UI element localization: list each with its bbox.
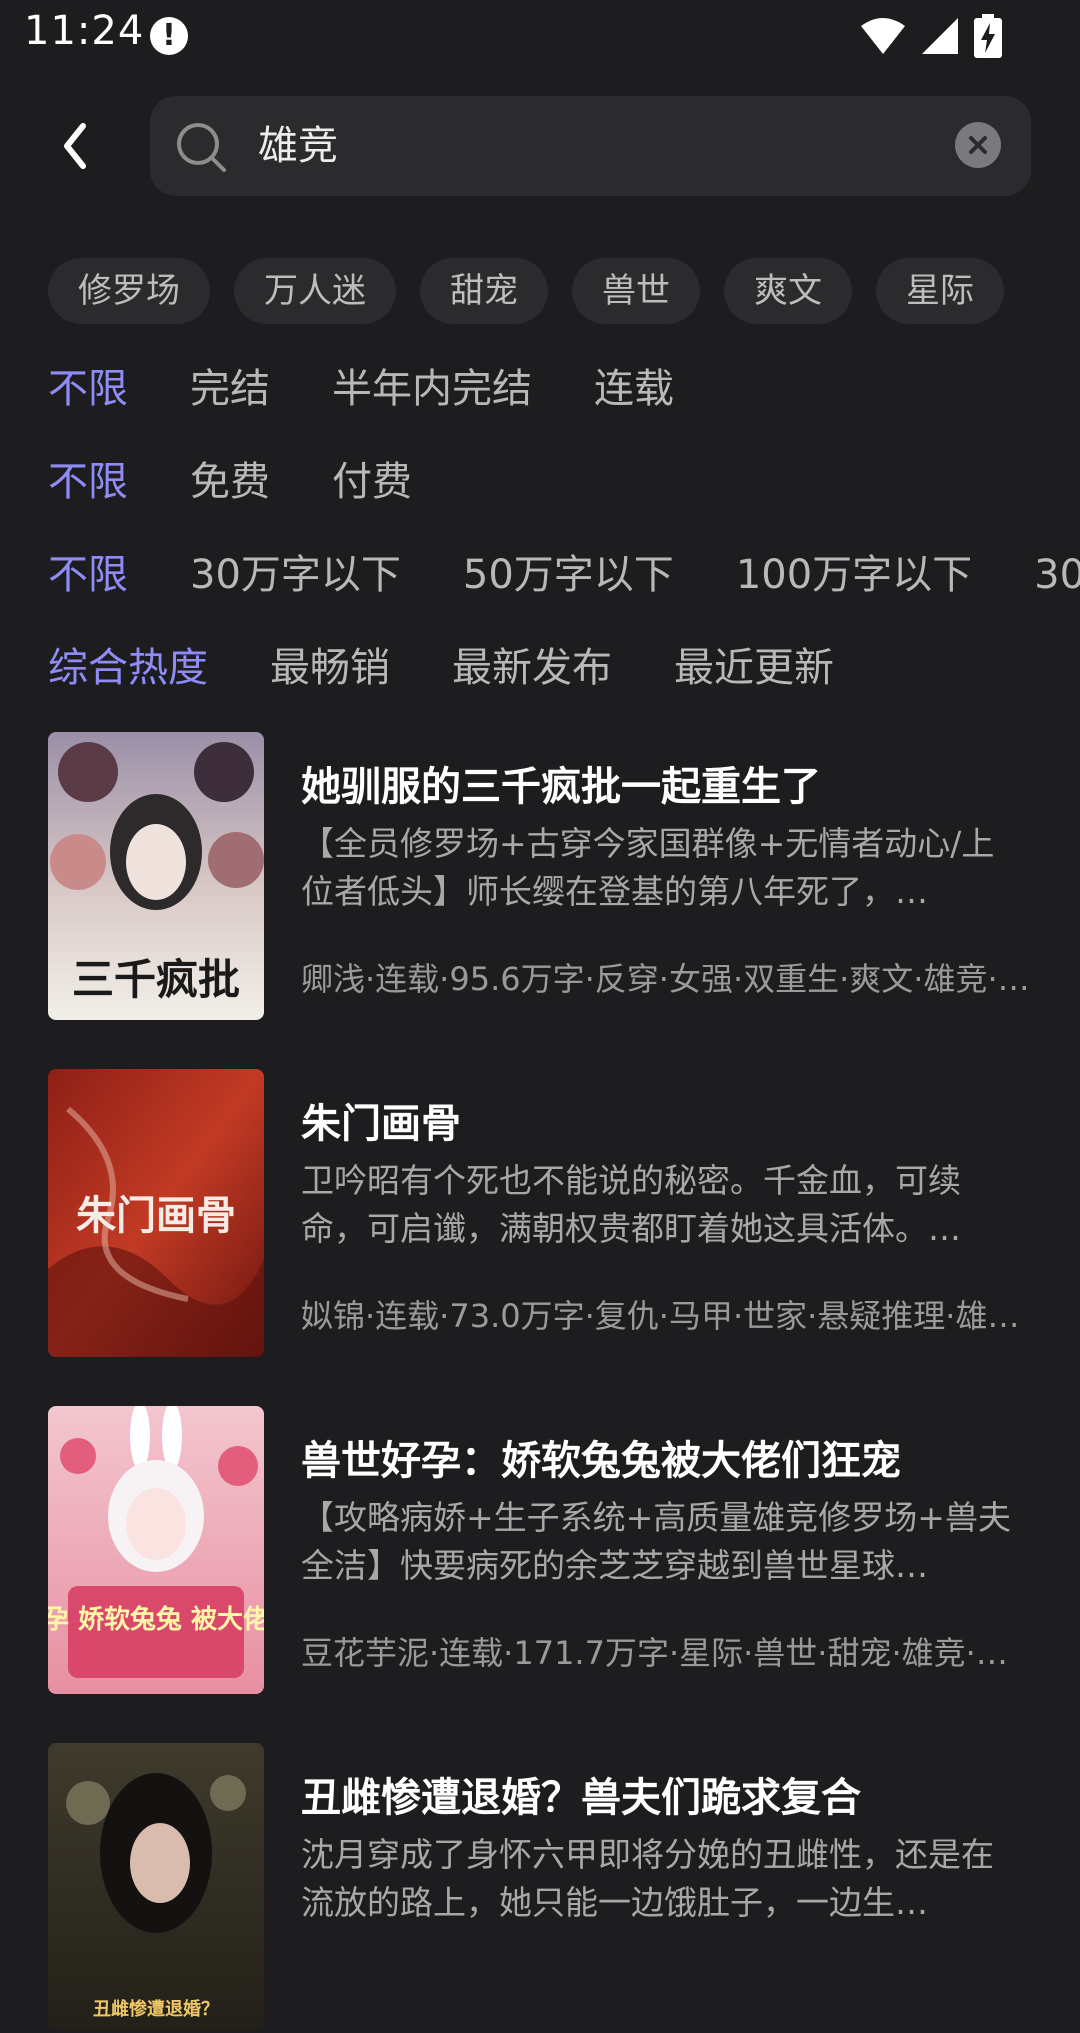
tag-chip[interactable]: 爽文	[724, 258, 852, 324]
search-icon	[177, 123, 226, 172]
book-cover-art: 丑雌惨遭退婚？	[48, 1743, 264, 2031]
book-description: 卫吟昭有个死也不能说的秘密。千金血，可续命，可启谶，满朝权贵都盯着她这具活体。…	[301, 1161, 961, 1248]
book-cover-art: 朱门画骨	[48, 1069, 264, 1357]
filter-option[interactable]: 30	[1034, 545, 1080, 605]
tag-chip[interactable]: 修罗场	[48, 258, 210, 324]
tag-chips: 修罗场 万人迷 甜宠 兽世 爽文 星际	[48, 258, 1048, 324]
tag-chip[interactable]: 万人迷	[234, 258, 396, 324]
filter-row-sort: 综合热度 最畅销 最新发布 最近更新	[48, 638, 1080, 698]
sort-option[interactable]: 综合热度	[48, 638, 208, 698]
wifi-icon	[861, 18, 905, 54]
search-input[interactable]: 雄竞	[150, 96, 1031, 196]
back-button[interactable]	[50, 118, 100, 174]
list-item[interactable]: 朱门画骨 朱门画骨 卫吟昭有个死也不能说的秘密。千金血，可续命，可启谶，满朝权贵…	[0, 1069, 1080, 1359]
filter-row-words: 不限 30万字以下 50万字以下 100万字以下 30	[48, 545, 1080, 605]
book-cover[interactable]: 三千疯批	[48, 732, 264, 1020]
cover-title: 丑雌惨遭退婚？	[93, 1998, 219, 2020]
book-cover[interactable]: 朱门画骨	[48, 1069, 264, 1357]
book-meta: 姒锦·连载·73.0万字·复仇·马甲·世家·悬疑推理·雄…	[301, 1297, 1020, 1335]
filter-row-status: 不限 完结 半年内完结 连载	[48, 359, 1080, 419]
tag-chip[interactable]: 兽世	[572, 258, 700, 324]
list-item[interactable]: 兽世好孕 娇软兔兔 被大佬们狂宠 兽世好孕：娇软兔兔被大佬们狂宠 【攻略病娇+生…	[0, 1406, 1080, 1696]
clear-icon	[969, 136, 987, 154]
tag-chip[interactable]: 甜宠	[420, 258, 548, 324]
filter-option[interactable]: 不限	[48, 545, 128, 605]
filter-option[interactable]: 不限	[48, 359, 128, 419]
cover-title: 三千疯批	[72, 955, 240, 1004]
sort-option[interactable]: 最近更新	[674, 638, 834, 698]
tag-chip[interactable]: 星际	[876, 258, 1004, 324]
clear-button[interactable]	[955, 122, 1001, 168]
battery-charging-icon	[974, 14, 1002, 58]
book-title: 朱门画骨	[301, 1101, 461, 1147]
book-meta: 豆花芋泥·连载·171.7万字·星际·兽世·甜宠·雄竞·…	[301, 1634, 1008, 1672]
filter-row-price: 不限 免费 付费	[48, 452, 1080, 512]
sort-option[interactable]: 最新发布	[452, 638, 612, 698]
list-item[interactable]: 三千疯批 她驯服的三千疯批一起重生了 【全员修罗场+古穿今家国群像+无情者动心/…	[0, 732, 1080, 1022]
book-meta: 卿浅·连载·95.6万字·反穿·女强·双重生·爽文·雄竞·…	[301, 960, 1030, 998]
filter-option[interactable]: 不限	[48, 452, 128, 512]
filter-option[interactable]: 半年内完结	[332, 359, 532, 419]
cover-title: 兽世好孕 娇软兔兔 被大佬们狂宠	[48, 1604, 264, 1635]
book-description: 【攻略病娇+生子系统+高质量雄竞修罗场+兽夫全洁】快要病死的余芝芝穿越到兽世星球…	[301, 1498, 1011, 1585]
book-title: 兽世好孕：娇软兔兔被大佬们狂宠	[301, 1438, 901, 1484]
status-icons	[860, 14, 1002, 58]
status-bar: 11:24 !	[0, 0, 1080, 72]
book-description: 【全员修罗场+古穿今家国群像+无情者动心/上位者低头】师长缨在登基的第八年死了，…	[301, 824, 995, 911]
filter-option[interactable]: 付费	[332, 452, 412, 512]
filter-option[interactable]: 30万字以下	[190, 545, 401, 605]
list-item[interactable]: 丑雌惨遭退婚？ 丑雌惨遭退婚？兽夫们跪求复合 沈月穿成了身怀六甲即将分娩的丑雌性…	[0, 1743, 1080, 2033]
filter-option[interactable]: 50万字以下	[463, 545, 674, 605]
book-title: 丑雌惨遭退婚？兽夫们跪求复合	[301, 1775, 861, 1821]
status-time: 11:24	[24, 8, 145, 54]
book-title: 她驯服的三千疯批一起重生了	[301, 764, 821, 810]
signal-icon	[922, 18, 958, 54]
chevron-left-icon	[64, 123, 86, 169]
book-cover[interactable]: 丑雌惨遭退婚？	[48, 1743, 264, 2031]
book-cover-art: 兽世好孕 娇软兔兔 被大佬们狂宠	[48, 1406, 264, 1694]
filter-option[interactable]: 免费	[190, 452, 270, 512]
book-cover-art: 三千疯批	[48, 732, 264, 1020]
cover-title: 朱门画骨	[76, 1192, 236, 1239]
filter-option[interactable]: 连载	[594, 359, 674, 419]
book-description: 沈月穿成了身怀六甲即将分娩的丑雌性，还是在流放的路上，她只能一边饿肚子，一边生…	[301, 1835, 994, 1922]
search-query[interactable]: 雄竞	[258, 96, 338, 196]
sort-option[interactable]: 最畅销	[270, 638, 390, 698]
exclamation-icon: !	[150, 17, 188, 55]
book-cover[interactable]: 兽世好孕 娇软兔兔 被大佬们狂宠	[48, 1406, 264, 1694]
filter-option[interactable]: 100万字以下	[736, 545, 972, 605]
filter-option[interactable]: 完结	[190, 359, 270, 419]
